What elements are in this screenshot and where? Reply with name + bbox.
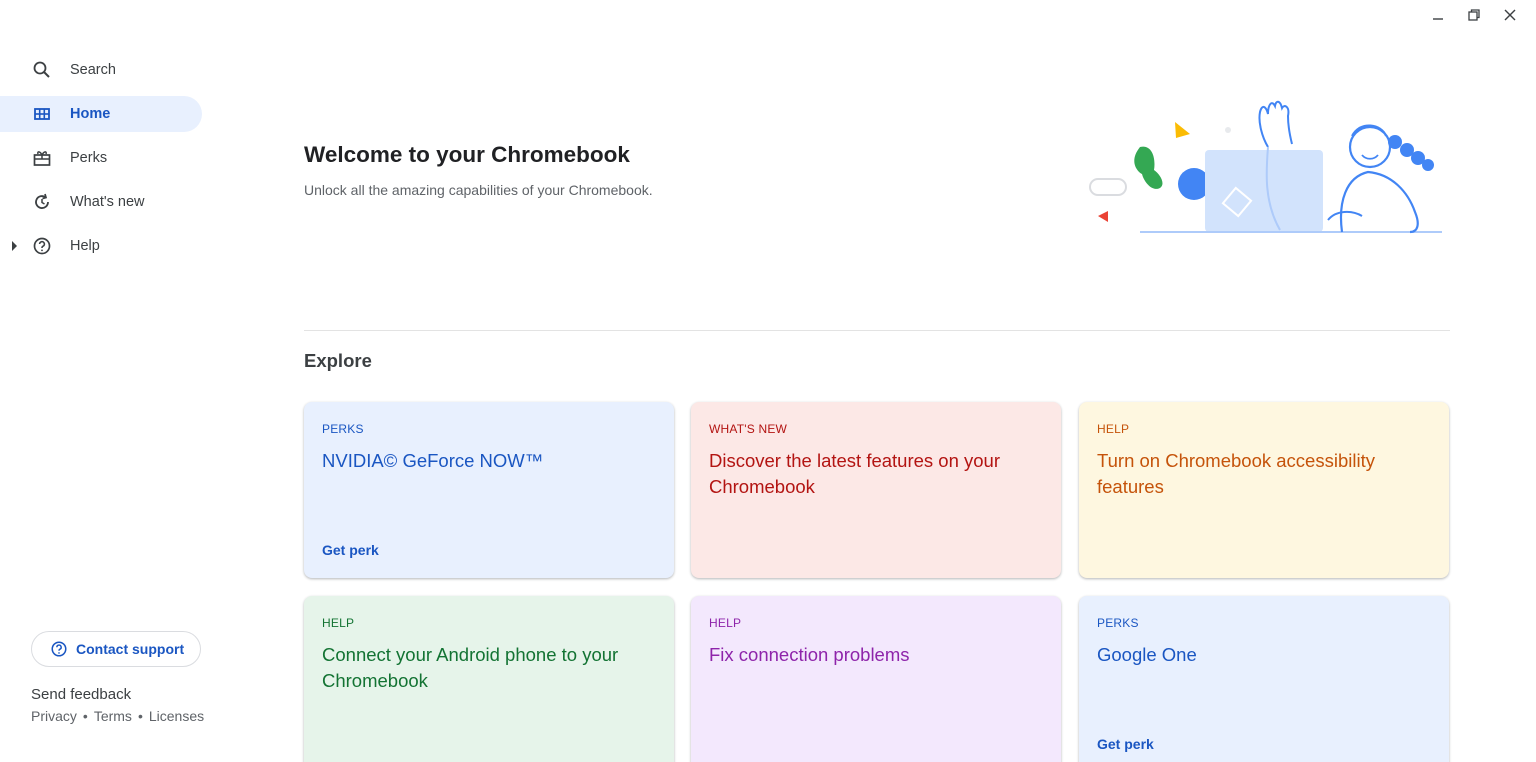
search-icon [32,60,52,80]
get-perk-button[interactable]: Get perk [322,542,379,558]
minimize-icon[interactable] [1420,4,1456,26]
sidebar-item-label: Search [70,62,116,78]
sidebar-item-home[interactable]: Home [0,96,202,132]
send-feedback-link[interactable]: Send feedback [31,686,131,703]
window-controls [1420,4,1528,26]
refresh-icon [32,192,52,212]
close-icon[interactable] [1492,4,1528,26]
separator: • [82,708,88,724]
welcome-illustration [1089,100,1442,234]
card-title: Fix connection problems [709,644,910,665]
privacy-link[interactable]: Privacy [31,708,77,724]
card-category: PERKS [322,422,364,436]
licenses-link[interactable]: Licenses [149,708,204,724]
card-category: WHAT'S NEW [709,422,788,436]
card-title: NVIDIA© GeForce NOW™ [322,450,544,471]
sidebar-item-search[interactable]: Search [0,52,202,88]
gift-icon [32,148,52,168]
sidebar-item-whats-new[interactable]: What's new [0,184,202,220]
home-grid-icon [32,104,52,124]
sidebar-item-help[interactable]: Help [0,228,202,264]
help-icon [51,641,67,657]
card-nvidia-geforce-now[interactable]: PERKS NVIDIA© GeForce NOW™ Get perk [304,402,674,578]
restore-icon[interactable] [1456,4,1492,26]
sidebar-nav: Search Home Perks What's new Help [0,52,215,272]
card-category: HELP [1097,422,1130,436]
sidebar-item-perks[interactable]: Perks [0,140,202,176]
card-category: HELP [709,616,742,630]
contact-support-button[interactable]: Contact support [31,631,202,667]
legal-links: Privacy • Terms • Licenses [31,708,204,724]
card-category: HELP [322,616,355,630]
sidebar-item-label: Help [70,238,100,254]
card-connect-android[interactable]: HELP Connect your Android phone to your … [304,596,674,762]
card-title: Connect your Android phone to your Chrom… [322,644,619,691]
card-google-one[interactable]: PERKS Google One Get perk [1079,596,1449,762]
card-title: Google One [1097,644,1197,665]
sidebar-item-label: Home [70,106,111,122]
page-title: Welcome to your Chromebook [304,142,630,167]
card-title: Turn on Chromebook accessibility feature… [1097,450,1375,497]
terms-link[interactable]: Terms [94,708,132,724]
help-icon [32,236,52,256]
card-category: PERKS [1097,616,1139,630]
card-accessibility[interactable]: HELP Turn on Chromebook accessibility fe… [1079,402,1449,578]
contact-support-label: Contact support [76,641,185,657]
card-whats-new[interactable]: WHAT'S NEW Discover the latest features … [691,402,1061,578]
expand-caret-icon[interactable] [12,241,17,251]
sidebar-item-label: Perks [70,150,108,166]
section-divider [304,330,1450,331]
card-fix-connection[interactable]: HELP Fix connection problems [691,596,1061,762]
explore-heading: Explore [304,350,372,371]
get-perk-button[interactable]: Get perk [1097,736,1154,752]
page-subtitle: Unlock all the amazing capabilities of y… [304,182,653,198]
sidebar-item-label: What's new [70,194,145,210]
separator: • [137,708,143,724]
card-title: Discover the latest features on your Chr… [709,450,1001,497]
